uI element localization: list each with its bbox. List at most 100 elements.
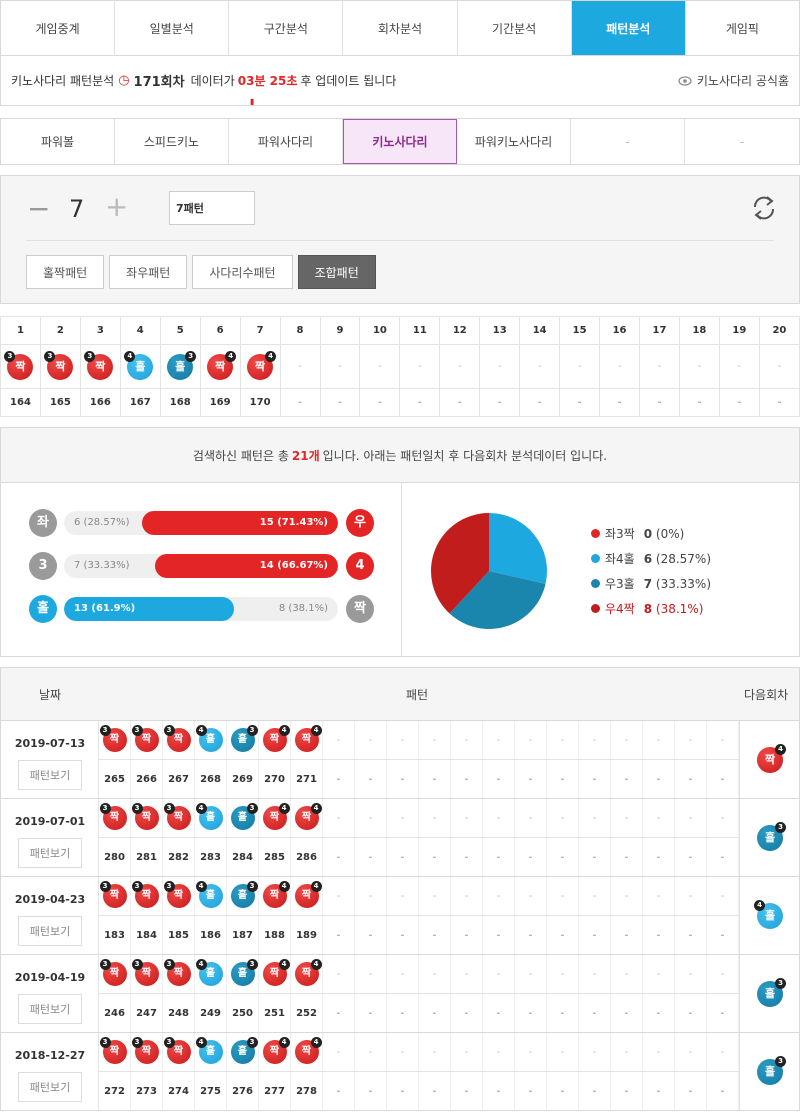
empty-cell: - <box>624 1007 629 1019</box>
round-cell: 276 <box>227 1072 259 1110</box>
pattern-cell: 짝3 <box>163 721 195 759</box>
empty-cell: - <box>560 734 565 746</box>
ladder-count-badge: 4 <box>195 725 207 736</box>
empty-cell: - <box>537 361 542 372</box>
round-cell: - <box>479 388 521 417</box>
tab-round[interactable]: 회차분석 <box>343 1 458 55</box>
round-cell: 273 <box>131 1072 163 1110</box>
round-cell: 277 <box>259 1072 291 1110</box>
round-cell: 184 <box>131 916 163 954</box>
ball-label: 홀 <box>764 908 776 922</box>
view-pattern-button[interactable]: 패턴보기 <box>18 1072 82 1102</box>
ball-label: 홀 <box>205 734 216 745</box>
subtab-powerball[interactable]: 파워볼 <box>1 119 115 164</box>
round-cell: - <box>611 994 643 1032</box>
empty-cell: - <box>720 968 725 980</box>
official-link[interactable]: 키노사다리 공식홈 <box>678 72 789 89</box>
next-round-cell: 홀3 <box>739 1033 800 1110</box>
column-header: 5 <box>159 316 201 345</box>
tab-daily[interactable]: 일별분석 <box>115 1 230 55</box>
stat-bar-row: 홀 13 (61.9%) 8 (38.1%) 짝 <box>29 595 374 623</box>
empty-cell: - <box>592 890 597 902</box>
pattern-cell: - <box>355 799 387 837</box>
ladder-count-badge: 4 <box>310 803 322 814</box>
pattern-cell: 짝3 <box>131 721 163 759</box>
pattern-input[interactable] <box>169 191 255 225</box>
result-ball: 짝3 <box>99 803 127 830</box>
legend-count: 0 <box>643 526 653 541</box>
pattern-cell: 홀3 <box>227 721 259 759</box>
pattern-cell: - <box>718 344 760 389</box>
empty-cell: - <box>497 397 502 408</box>
subtab-kenoladder[interactable]: 키노사다리 <box>343 119 457 164</box>
history-date: 2019-07-01 <box>14 815 86 828</box>
view-pattern-button[interactable]: 패턴보기 <box>18 916 82 946</box>
pattern-cell: - <box>451 799 483 837</box>
ladder-pattern-button[interactable]: 사다리수패턴 <box>192 255 293 289</box>
result-ball: 짝4 <box>207 350 237 380</box>
result-ball: 홀4 <box>195 959 223 986</box>
round-cell: - <box>451 838 483 876</box>
stat-bar-track: 7 (33.33%) 14 (66.67%) <box>64 554 338 578</box>
ladder-count-badge: 3 <box>775 1055 786 1067</box>
result-ball: 홀4 <box>754 899 783 929</box>
view-pattern-button[interactable]: 패턴보기 <box>18 760 82 790</box>
pattern-cell: - <box>279 344 321 389</box>
empty-cell: - <box>656 890 661 902</box>
pattern-cell: - <box>707 721 739 759</box>
tab-pattern[interactable]: 패턴분석 <box>571 1 686 55</box>
stat-bar-track: 13 (61.9%) 8 (38.1%) <box>64 597 338 621</box>
empty-cell: - <box>336 812 341 824</box>
round-cell: 272 <box>99 1072 131 1110</box>
round-cell: - <box>707 994 739 1032</box>
round-cell: - <box>355 760 387 798</box>
tab-live[interactable]: 게임중계 <box>1 1 116 55</box>
empty-cell: - <box>464 1007 469 1019</box>
ball-label: 짝 <box>55 359 66 373</box>
legend-item: 좌4홀 6 (28.57%) <box>591 546 711 571</box>
empty-cell: - <box>560 929 565 941</box>
round-cell: - <box>611 916 643 954</box>
round-cell: 251 <box>259 994 291 1032</box>
leftright-pattern-button[interactable]: 좌우패턴 <box>109 255 188 289</box>
round-cell: - <box>579 916 611 954</box>
ball-label: 홀 <box>205 968 216 979</box>
round-cell: 166 <box>79 388 121 417</box>
timer-marker-icon: ▮ <box>250 97 255 106</box>
empty-cell: - <box>688 812 693 824</box>
subtab-powerladder[interactable]: 파워사다리 <box>229 119 343 164</box>
ball-label: 짝 <box>269 734 280 745</box>
legend-count: 6 <box>643 551 653 566</box>
refresh-icon[interactable] <box>749 193 779 223</box>
view-pattern-button[interactable]: 패턴보기 <box>18 994 82 1024</box>
stats-panel: 좌 6 (28.57%) 15 (71.43%) 우 3 7 (33.33%) 14 (66… <box>0 483 800 657</box>
pattern-cell: - <box>483 1033 515 1071</box>
ladder-count-badge: 3 <box>131 959 143 970</box>
pattern-cell: 짝4 <box>259 799 291 837</box>
empty-cell: - <box>617 361 622 372</box>
pattern-cell: - <box>355 955 387 993</box>
view-pattern-button[interactable]: 패턴보기 <box>18 838 82 868</box>
pattern-cell: - <box>323 955 355 993</box>
tab-section[interactable]: 구간분석 <box>229 1 344 55</box>
left-value: 13 (61.9%) <box>74 603 136 614</box>
history-row: 2019-07-01 패턴보기 짝 3 짝 3 짝 3 홀 4 홀 3 짝 4 짝 4- - - - - - - - - - - -… <box>0 799 800 877</box>
empty-cell: - <box>336 1007 341 1019</box>
subtab-powerkenoladder[interactable]: 파워키노사다리 <box>457 119 571 164</box>
round-cell: 164 <box>0 388 41 417</box>
tab-pick[interactable]: 게임픽 <box>686 1 799 55</box>
plus-button[interactable]: + <box>105 192 128 222</box>
subtab-speedkeno[interactable]: 스피드키노 <box>115 119 229 164</box>
tab-period[interactable]: 기간분석 <box>458 1 572 55</box>
round-cell: - <box>678 388 720 417</box>
empty-cell: - <box>432 1046 437 1058</box>
combo-pattern-button[interactable]: 조합패턴 <box>297 255 376 289</box>
empty-cell: - <box>496 1046 501 1058</box>
empty-cell: - <box>657 361 662 372</box>
minus-button[interactable]: − <box>27 194 50 224</box>
pattern-cell: 홀3 <box>227 799 259 837</box>
pattern-cell: - <box>387 799 419 837</box>
pattern-cell: - <box>579 721 611 759</box>
oddeven-pattern-button[interactable]: 홀짝패턴 <box>26 255 105 289</box>
pattern-cell: - <box>707 1033 739 1071</box>
